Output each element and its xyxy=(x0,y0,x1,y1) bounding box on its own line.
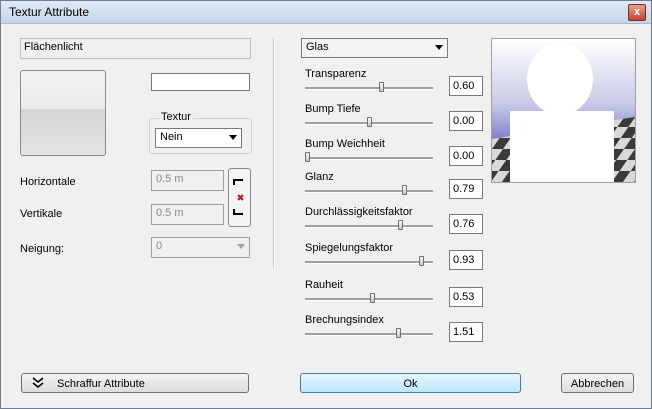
color-field[interactable] xyxy=(151,73,250,91)
slider-value: 0.93 xyxy=(453,254,475,266)
slider-value-input[interactable]: 0.79 xyxy=(449,179,483,199)
double-chevron-down-icon xyxy=(32,377,44,392)
slider-track[interactable] xyxy=(305,157,433,160)
texture-select[interactable]: Nein xyxy=(155,128,242,148)
slider-label: Glanz xyxy=(305,171,334,183)
slider-value-input[interactable]: 1.51 xyxy=(449,322,483,342)
vertical-label: Vertikale xyxy=(20,208,63,220)
chevron-down-icon xyxy=(237,244,245,249)
slider-thumb[interactable] xyxy=(398,220,404,230)
cancel-button[interactable]: Abbrechen xyxy=(561,373,634,393)
texture-group-label: Textur xyxy=(159,111,193,123)
close-button[interactable]: x xyxy=(628,4,646,21)
slider-value-input[interactable]: 0.00 xyxy=(449,146,483,166)
slider-label: Rauheit xyxy=(305,279,343,291)
slider-track[interactable] xyxy=(305,225,433,228)
window-title: Textur Attribute xyxy=(9,5,90,19)
panel-divider xyxy=(273,38,275,268)
slider-label: Brechungsindex xyxy=(305,314,384,326)
material-preview xyxy=(491,38,636,183)
tilt-select[interactable]: 0 xyxy=(151,237,250,258)
slider-value-input[interactable]: 0.76 xyxy=(449,214,483,234)
slider-thumb[interactable] xyxy=(419,256,425,266)
slider-track[interactable] xyxy=(305,333,433,336)
hatch-attributes-label: Schraffur Attribute xyxy=(57,378,145,390)
texture-attributes-dialog: Textur Attribute x Flächenlicht Textur N… xyxy=(0,0,652,409)
hatch-attributes-button[interactable]: Schraffur Attribute xyxy=(21,373,249,393)
slider-value-input[interactable]: 0.53 xyxy=(449,287,483,307)
texture-select-value: Nein xyxy=(160,131,183,143)
title-bar: Textur Attribute x xyxy=(1,1,651,24)
slider-label: Spiegelungsfaktor xyxy=(305,242,394,254)
slider-label: Bump Tiefe xyxy=(305,103,361,115)
ok-label: Ok xyxy=(403,378,418,390)
horizontal-input[interactable]: 0.5 m xyxy=(151,170,224,191)
light-swatch[interactable] xyxy=(20,70,106,156)
horizontal-label: Horizontale xyxy=(20,176,76,188)
link-dimensions-button[interactable] xyxy=(228,168,251,227)
slider-track[interactable] xyxy=(305,298,433,301)
name-label: Flächenlicht xyxy=(24,41,83,53)
slider-value: 0.76 xyxy=(453,218,475,230)
slider-track[interactable] xyxy=(305,87,433,90)
slider-thumb[interactable] xyxy=(370,293,376,303)
preview-render xyxy=(492,39,635,182)
slider-track[interactable] xyxy=(305,190,433,193)
horizontal-value: 0.5 m xyxy=(156,173,184,185)
slider-thumb[interactable] xyxy=(396,328,402,338)
slider-value: 0.60 xyxy=(453,80,475,92)
slider-value: 0.79 xyxy=(453,183,475,195)
slider-label: Transparenz xyxy=(305,68,367,80)
vertical-input[interactable]: 0.5 m xyxy=(151,204,224,225)
ok-button[interactable]: Ok xyxy=(300,373,521,393)
slider-value: 1.51 xyxy=(453,326,475,338)
slider-value-input[interactable]: 0.93 xyxy=(449,250,483,270)
cancel-label: Abbrechen xyxy=(570,378,625,390)
slider-value-input[interactable]: 0.00 xyxy=(449,111,483,131)
slider-value: 0.00 xyxy=(453,115,475,127)
unlink-icon xyxy=(233,179,244,215)
slider-value-input[interactable]: 0.60 xyxy=(449,76,483,96)
slider-thumb[interactable] xyxy=(378,82,384,92)
slider-value: 0.00 xyxy=(453,150,475,162)
slider-label: Durchlässigkeitsfaktor xyxy=(305,206,413,218)
vertical-value: 0.5 m xyxy=(156,207,184,219)
slider-track[interactable] xyxy=(305,261,433,264)
material-select[interactable]: Glas xyxy=(301,38,448,58)
tilt-label: Neigung: xyxy=(20,243,65,255)
slider-value: 0.53 xyxy=(453,291,475,303)
material-select-value: Glas xyxy=(306,41,329,53)
slider-label: Bump Weichheit xyxy=(305,138,385,150)
slider-thumb[interactable] xyxy=(366,117,372,127)
slider-thumb[interactable] xyxy=(402,185,408,195)
tilt-value: 0 xyxy=(156,240,163,252)
slider-thumb[interactable] xyxy=(305,152,310,162)
chevron-down-icon xyxy=(435,45,443,50)
chevron-down-icon xyxy=(229,135,237,140)
